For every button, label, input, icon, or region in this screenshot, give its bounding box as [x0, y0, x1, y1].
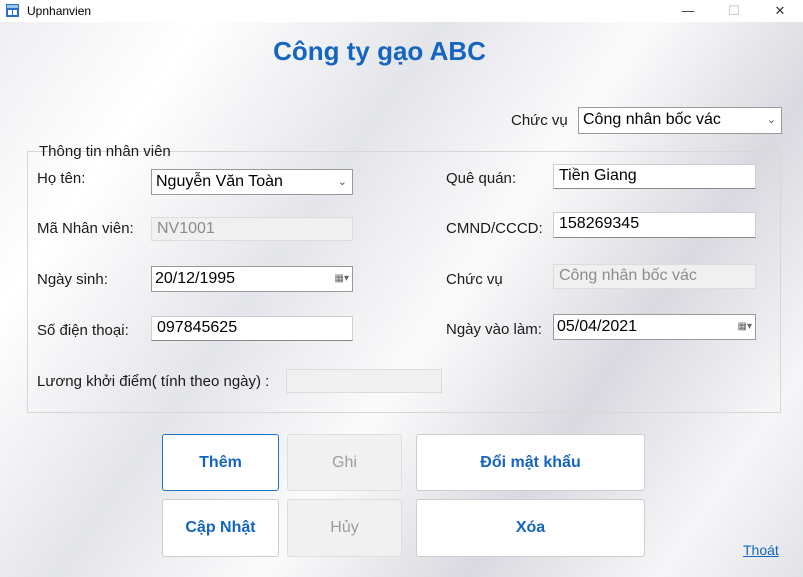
cmnd-label: CMND/CCCD:	[446, 220, 543, 237]
start-date-label: Ngày vào làm:	[446, 321, 542, 338]
hometown-field[interactable]: Tiền Giang	[553, 164, 756, 189]
name-label: Họ tên:	[37, 170, 86, 187]
cancel-button: Hủy	[287, 499, 402, 557]
employee-id-label: Mã Nhân viên:	[37, 220, 134, 237]
delete-button[interactable]: Xóa	[416, 499, 645, 557]
dob-label: Ngày sinh:	[37, 271, 108, 288]
add-button[interactable]: Thêm	[162, 434, 279, 491]
app-window: Upnhanvien — ☐ ✕ Công ty gạo ABC Chức vụ…	[0, 0, 803, 577]
role-filter-select[interactable]: Công nhân bốc vác ⌄	[578, 107, 782, 134]
dob-datepicker[interactable]: 20/12/1995 ▦▾	[151, 266, 353, 292]
role-filter-label: Chức vụ	[511, 112, 568, 129]
app-icon	[6, 4, 19, 17]
salary-label: Lương khởi điểm( tính theo ngày) :	[37, 373, 270, 390]
calendar-dropdown-icon: ▦▾	[737, 321, 752, 332]
role-filter-value: Công nhân bốc vác	[583, 111, 721, 128]
window-title: Upnhanvien	[27, 4, 92, 18]
phone-label: Số điện thoại:	[37, 322, 129, 339]
name-value: Nguyễn Văn Toàn	[156, 173, 283, 190]
title-bar: Upnhanvien — ☐ ✕	[0, 0, 803, 22]
start-date-datepicker[interactable]: 05/04/2021 ▦▾	[553, 314, 756, 340]
start-date-value: 05/04/2021	[557, 318, 638, 335]
salary-field	[286, 369, 442, 393]
dob-value: 20/12/1995	[155, 270, 236, 287]
minimize-button[interactable]: —	[665, 0, 711, 22]
change-password-button[interactable]: Đổi mật khẩu	[416, 434, 645, 491]
chevron-down-icon: ⌄	[337, 176, 347, 188]
chevron-down-icon: ⌄	[766, 114, 776, 126]
cmnd-field[interactable]: 158269345	[553, 212, 756, 238]
name-select[interactable]: Nguyễn Văn Toàn ⌄	[151, 169, 353, 195]
role-field: Công nhân bốc vác	[553, 264, 756, 289]
phone-field[interactable]: 097845625	[151, 316, 353, 341]
maximize-button[interactable]: ☐	[711, 0, 757, 22]
employee-info-group-title: Thông tin nhân viên	[39, 143, 171, 160]
employee-id-field: NV1001	[151, 217, 353, 241]
save-button: Ghi	[287, 434, 402, 491]
hometown-label: Quê quán:	[446, 170, 517, 187]
close-button[interactable]: ✕	[757, 0, 803, 22]
page-title: Công ty gạo ABC	[273, 36, 486, 66]
role-label: Chức vụ	[446, 271, 503, 288]
calendar-dropdown-icon: ▦▾	[334, 273, 349, 284]
update-button[interactable]: Cập Nhật	[162, 499, 279, 557]
logout-link[interactable]: Thoát	[743, 542, 779, 558]
